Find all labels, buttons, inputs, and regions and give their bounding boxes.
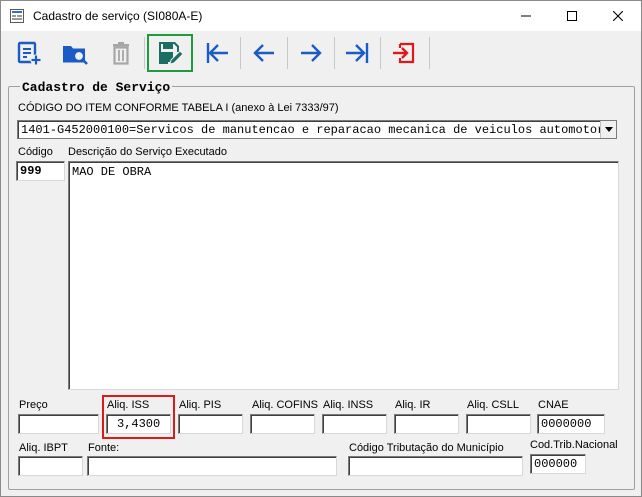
aliq-iss-label: Aliq. ISS xyxy=(107,399,150,411)
item-select-dropdown[interactable] xyxy=(600,121,616,138)
app-form-icon xyxy=(10,9,24,23)
toolbar-separator xyxy=(334,37,335,69)
toolbar-separator xyxy=(287,37,288,69)
toolbar xyxy=(1,31,641,75)
item-label: CÓDIGO DO ITEM CONFORME TABELA I (anexo … xyxy=(18,102,339,114)
descricao-label: Descrição do Serviço Executado xyxy=(68,146,227,158)
window-title: Cadastro de serviço (SI080A-E) xyxy=(33,9,203,23)
new-record-icon xyxy=(17,41,42,66)
toolbar-separator xyxy=(240,37,241,69)
aliq-cofins-label: Aliq. COFINS xyxy=(252,399,319,411)
toolbar-separator xyxy=(144,37,145,69)
search-folder-icon xyxy=(63,46,88,65)
search-button[interactable] xyxy=(55,34,95,72)
toolbar-separator xyxy=(380,37,381,69)
new-record-button[interactable] xyxy=(9,34,49,72)
close-button[interactable] xyxy=(595,1,641,31)
cnae-value: 0000000 xyxy=(541,417,592,431)
aliq-ir-label: Aliq. IR xyxy=(395,399,431,411)
item-select-value: 1401-G452000100=Servicos de manutencao e… xyxy=(21,123,617,137)
aliq-iss-field[interactable]: 3,4300 xyxy=(106,414,171,434)
aliq-ibpt-field[interactable] xyxy=(18,456,83,476)
minimize-button[interactable] xyxy=(503,1,549,31)
exit-button[interactable] xyxy=(384,34,424,72)
aliq-cofins-field[interactable] xyxy=(250,414,315,434)
title-bar: Cadastro de serviço (SI080A-E) xyxy=(1,1,641,31)
previous-record-button[interactable] xyxy=(244,34,284,72)
maximize-icon xyxy=(567,11,577,21)
codigo-value: 999 xyxy=(20,164,42,178)
maximize-button[interactable] xyxy=(549,1,595,31)
next-record-icon xyxy=(301,44,322,62)
first-record-icon xyxy=(206,43,228,63)
aliq-iss-value: 3,4300 xyxy=(117,417,161,431)
codigo-label: Código xyxy=(18,146,53,158)
cnae-label: CNAE xyxy=(538,399,569,411)
cod-trib-nac-label: Cod.Trib.Nacional xyxy=(530,439,618,451)
toolbar-separator xyxy=(429,37,430,69)
descricao-value: MAO DE OBRA xyxy=(72,165,152,179)
save-edit-icon xyxy=(159,42,184,65)
next-record-button[interactable] xyxy=(291,34,331,72)
preco-label: Preço xyxy=(19,399,48,411)
aliq-csll-field[interactable] xyxy=(466,414,531,434)
first-record-button[interactable] xyxy=(197,34,237,72)
last-record-button[interactable] xyxy=(337,34,377,72)
save-edit-button[interactable] xyxy=(147,34,193,72)
previous-record-icon xyxy=(253,44,274,62)
aliq-csll-label: Aliq. CSLL xyxy=(467,399,519,411)
close-icon xyxy=(613,11,623,21)
chevron-down-icon xyxy=(604,127,613,132)
aliq-ibpt-label: Aliq. IBPT xyxy=(19,442,68,454)
aliq-pis-field[interactable] xyxy=(178,414,243,434)
codigo-field[interactable]: 999 xyxy=(16,161,65,181)
cnae-field[interactable]: 0000000 xyxy=(537,414,605,434)
exit-icon xyxy=(393,42,415,64)
cod-trib-nac-field[interactable]: 000000 xyxy=(530,454,586,474)
last-record-icon xyxy=(346,43,369,63)
fonte-field[interactable] xyxy=(87,456,337,476)
aliq-pis-label: Aliq. PIS xyxy=(179,399,222,411)
cod-trib-mun-field[interactable] xyxy=(348,456,523,476)
cod-trib-mun-label: Código Tributação do Município xyxy=(349,442,504,454)
descricao-field[interactable]: MAO DE OBRA xyxy=(68,161,619,390)
delete-button[interactable] xyxy=(101,34,141,72)
aliq-inss-label: Aliq. INSS xyxy=(323,399,374,411)
item-select[interactable]: 1401-G452000100=Servicos de manutencao e… xyxy=(17,120,617,139)
preco-field[interactable] xyxy=(18,414,99,434)
aliq-ir-field[interactable] xyxy=(394,414,459,434)
group-title: Cadastro de Serviço xyxy=(20,80,173,95)
delete-icon xyxy=(113,42,129,65)
app-window: Cadastro de serviço (SI080A-E) Cadastro … xyxy=(0,0,642,497)
fonte-label: Fonte: xyxy=(88,442,120,454)
cod-trib-nac-value: 000000 xyxy=(534,457,578,471)
aliq-inss-field[interactable] xyxy=(322,414,387,434)
minimize-icon xyxy=(521,15,531,17)
